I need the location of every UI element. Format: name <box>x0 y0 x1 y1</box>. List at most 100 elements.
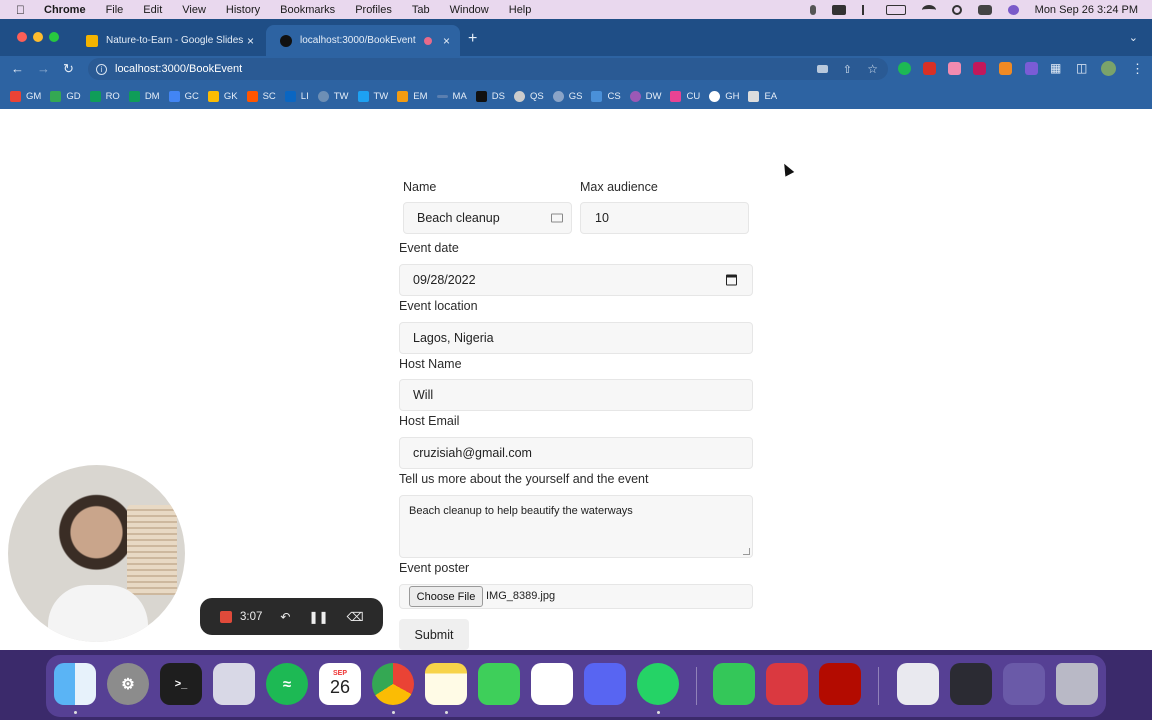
name-input[interactable]: Beach cleanup <box>403 202 572 234</box>
bookmark-ea[interactable]: EA <box>748 90 777 102</box>
extensions-puzzle-icon[interactable]: ▦ <box>1050 61 1061 75</box>
bookmark-cu[interactable]: CU <box>670 90 700 102</box>
menu-history[interactable]: History <box>226 4 260 16</box>
bookmark-gc[interactable]: GC <box>168 90 199 102</box>
bookmark-dm[interactable]: DM <box>128 90 160 102</box>
bookmark-ds[interactable]: DS <box>475 90 505 102</box>
tab-close-icon[interactable]: × <box>443 34 450 48</box>
chrome-icon[interactable] <box>372 663 414 705</box>
bookmark-gh[interactable]: GH <box>709 90 739 102</box>
camera-in-use-icon[interactable] <box>817 65 828 73</box>
bookmark-li[interactable]: LI <box>284 90 309 102</box>
host-email-input[interactable]: cruzisiah@gmail.com <box>399 437 753 469</box>
launchpad-icon[interactable] <box>213 663 255 705</box>
extension-green-icon[interactable] <box>898 62 911 75</box>
reload-icon[interactable]: ↻ <box>63 61 74 77</box>
textarea-resize-handle[interactable] <box>743 548 750 555</box>
messages-icon[interactable] <box>478 663 520 705</box>
menu-window[interactable]: Window <box>450 4 489 16</box>
bookmark-sc[interactable]: SC <box>246 90 276 102</box>
notes-icon[interactable] <box>425 663 467 705</box>
extension-pink-icon[interactable] <box>948 62 961 75</box>
stop-recording-button[interactable] <box>220 610 232 623</box>
bookmark-qs[interactable]: QS <box>513 90 544 102</box>
choose-file-button[interactable]: Choose File <box>409 586 483 607</box>
extension-red-icon[interactable] <box>923 62 936 75</box>
facetime-icon[interactable] <box>713 663 755 705</box>
extension-magenta-icon[interactable] <box>973 62 986 75</box>
battery-icon[interactable] <box>885 4 906 15</box>
event-location-input[interactable]: Lagos, Nigeria <box>399 322 753 354</box>
share-icon[interactable]: ⇧ <box>843 63 852 76</box>
screenshot-stack-icon[interactable] <box>950 663 992 705</box>
bookmark-twitter[interactable]: TW <box>357 90 388 102</box>
address-bar-url[interactable]: localhost:3000/BookEvent <box>115 63 242 75</box>
finder-icon[interactable] <box>54 663 96 705</box>
bookmark-gs[interactable]: GS <box>552 90 582 102</box>
menu-tab[interactable]: Tab <box>412 4 430 16</box>
window-close-button[interactable] <box>17 32 27 42</box>
side-panel-icon[interactable]: ◫ <box>1076 61 1087 75</box>
site-info-icon[interactable]: i <box>96 63 107 75</box>
menu-file[interactable]: File <box>106 4 124 16</box>
bookmark-gm[interactable]: GM <box>10 90 41 102</box>
bookmark-gk[interactable]: GK <box>207 90 238 102</box>
wifi-icon[interactable] <box>921 4 936 15</box>
apple-icon[interactable]:  <box>16 3 30 17</box>
back-arrow-icon[interactable]: ← <box>11 61 24 76</box>
bookmark-dw[interactable]: DW <box>629 90 661 102</box>
whatsapp-icon[interactable] <box>637 663 679 705</box>
bookmark-em[interactable]: EM <box>397 90 428 102</box>
chrome-menu-icon[interactable]: ⋮ <box>1131 61 1144 77</box>
about-textarea[interactable]: Beach cleanup to help beautify the water… <box>399 495 753 558</box>
new-tab-button[interactable]: + <box>468 30 477 48</box>
undo-icon[interactable]: ↶ <box>280 610 290 624</box>
tab-close-icon[interactable]: × <box>247 34 254 48</box>
slack-icon[interactable] <box>531 663 573 705</box>
calendar-icon[interactable] <box>726 274 737 286</box>
document-stack-icon[interactable] <box>897 663 939 705</box>
trash-icon[interactable]: ⌫ <box>347 610 364 624</box>
menu-clock[interactable]: Mon Sep 26 3:24 PM <box>1035 4 1138 16</box>
tab-google-slides[interactable]: Nature-to-Earn - Google Slides × <box>72 25 264 56</box>
tab-book-event[interactable]: localhost:3000/BookEvent × <box>266 25 460 56</box>
autofill-card-icon[interactable] <box>551 213 563 223</box>
menu-edit[interactable]: Edit <box>143 4 162 16</box>
menu-bookmarks[interactable]: Bookmarks <box>280 4 335 16</box>
spotify-icon[interactable]: ≈ <box>266 663 308 705</box>
terminal-icon[interactable]: >_ <box>160 663 202 705</box>
forward-arrow-icon[interactable]: → <box>37 61 50 76</box>
submit-button[interactable]: Submit <box>399 619 469 650</box>
menu-profiles[interactable]: Profiles <box>355 4 392 16</box>
webcam-overlay[interactable] <box>8 465 185 642</box>
bluetooth-icon[interactable] <box>861 4 870 15</box>
system-preferences-icon[interactable]: ⚙ <box>107 663 149 705</box>
bookmark-gd[interactable]: GD <box>50 90 81 102</box>
bookmark-tw[interactable]: TW <box>317 90 349 102</box>
trash-can-icon[interactable] <box>1056 663 1098 705</box>
pause-icon[interactable]: ❚❚ <box>308 610 328 624</box>
control-center-icon[interactable] <box>977 4 992 15</box>
acrobat-icon[interactable] <box>819 663 861 705</box>
extension-orange-icon[interactable] <box>999 62 1012 75</box>
downloads-stack-icon[interactable] <box>1003 663 1045 705</box>
discord-icon[interactable] <box>584 663 626 705</box>
bookmark-ma[interactable]: MA <box>436 91 467 102</box>
menu-view[interactable]: View <box>182 4 206 16</box>
window-zoom-button[interactable] <box>49 32 59 42</box>
profile-avatar[interactable] <box>1101 61 1116 76</box>
max-audience-input[interactable]: 10 <box>580 202 749 234</box>
siri-icon[interactable] <box>1007 4 1019 15</box>
tab-search-chevron-icon[interactable]: ⌄ <box>1129 31 1138 44</box>
host-name-input[interactable]: Will <box>399 379 753 411</box>
bookmark-ro[interactable]: RO <box>89 90 120 102</box>
event-date-input[interactable]: 09/28/2022 <box>399 264 753 296</box>
microphone-icon[interactable] <box>809 4 816 15</box>
window-minimize-button[interactable] <box>33 32 43 42</box>
menu-help[interactable]: Help <box>509 4 532 16</box>
expressvpn-icon[interactable] <box>766 663 808 705</box>
bookmark-cs[interactable]: CS <box>591 90 621 102</box>
screen-record-icon[interactable] <box>831 4 846 15</box>
extension-purple-icon[interactable] <box>1025 62 1038 75</box>
bookmark-star-icon[interactable]: ☆ <box>867 62 878 76</box>
